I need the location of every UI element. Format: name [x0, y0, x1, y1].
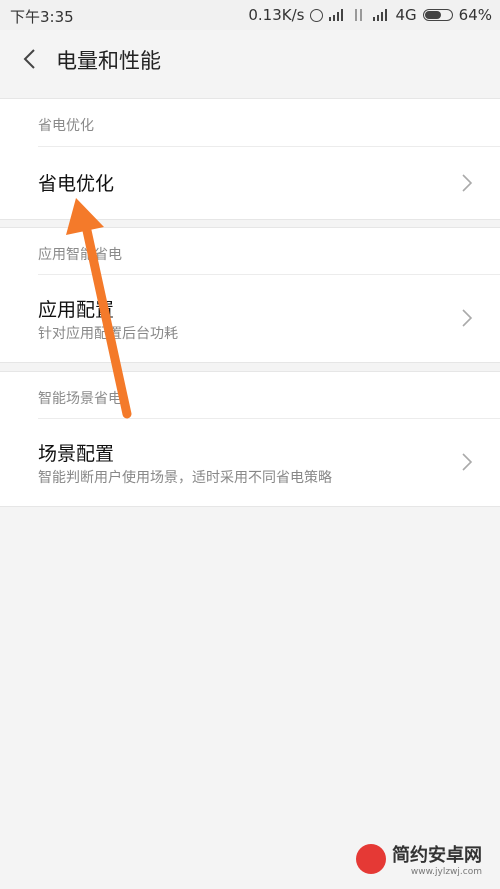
section-card-scene-saving: 智能场景省电 场景配置 智能判断用户使用场景，适时采用不同省电策略 [0, 371, 500, 507]
alarm-icon [310, 8, 324, 22]
item-title: 场景配置 [38, 443, 115, 465]
item-subtitle: 针对应用配置后台功耗 [38, 326, 178, 342]
list-item-power-saving[interactable]: 省电优化 [0, 147, 500, 219]
chevron-right-icon [462, 453, 473, 471]
list-item-app-config[interactable]: 应用配置 针对应用配置后台功耗 [0, 275, 500, 361]
item-subtitle: 智能判断用户使用场景，适时采用不同省电策略 [38, 470, 332, 486]
item-title: 应用配置 [38, 299, 115, 321]
watermark-url: www.jylzwj.com [410, 867, 482, 877]
chevron-right-icon [462, 309, 473, 327]
section-card-power-saving: 省电优化 省电优化 [0, 98, 500, 220]
status-bar: 下午3:35 0.13K/s 4G 64% [0, 0, 500, 30]
network-type: 4G [395, 6, 417, 24]
status-time: 下午3:35 [10, 8, 74, 26]
signal-icon [329, 9, 345, 21]
status-indicators: 0.13K/s 4G 64% [248, 6, 492, 24]
watermark: 简约安卓网 www.jylzwj.com [356, 841, 482, 877]
section-card-app-saving: 应用智能省电 应用配置 针对应用配置后台功耗 [0, 227, 500, 363]
battery-icon [422, 9, 453, 21]
app-header: 电量和性能 [0, 30, 500, 90]
watermark-text: 简约安卓网 [392, 845, 482, 866]
section-header: 智能场景省电 [38, 391, 122, 407]
network-speed: 0.13K/s [248, 6, 305, 24]
page-title: 电量和性能 [56, 49, 161, 73]
chevron-left-icon[interactable] [18, 46, 44, 72]
signal-icon-2 [373, 9, 389, 21]
battery-fill [424, 11, 441, 19]
battery-percent: 64% [458, 6, 492, 24]
android-logo-icon [356, 844, 386, 874]
chevron-right-icon [462, 174, 473, 192]
list-item-scene-config[interactable]: 场景配置 智能判断用户使用场景，适时采用不同省电策略 [0, 419, 500, 505]
section-header: 省电优化 [38, 118, 94, 134]
data-transfer-icon [351, 9, 367, 21]
section-header: 应用智能省电 [38, 247, 122, 263]
item-title: 省电优化 [38, 173, 115, 195]
